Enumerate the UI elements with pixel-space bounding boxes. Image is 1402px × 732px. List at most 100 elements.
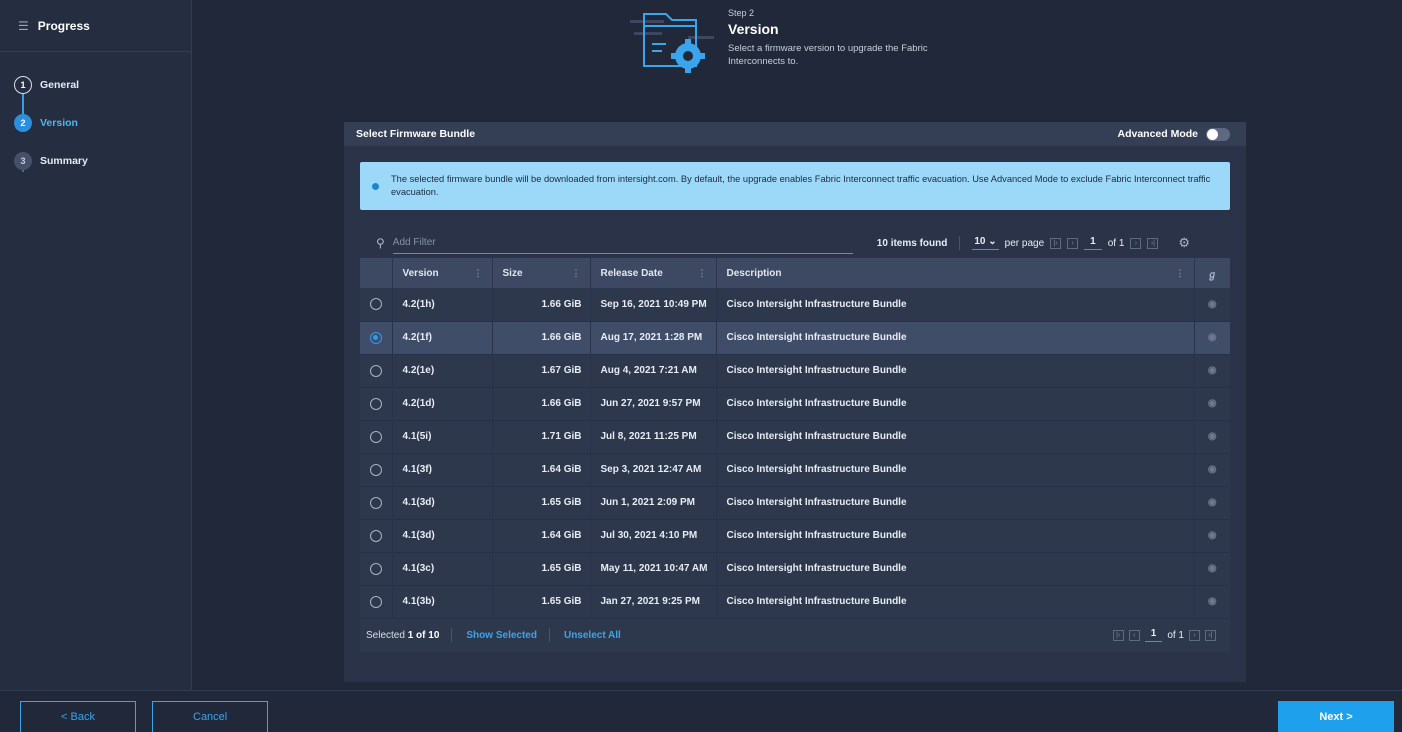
table-row[interactable]: 4.1(3d) 1.65 GiB Jun 1, 2021 2:09 PM Cisco … [360,486,1230,519]
filter-input[interactable]: Add Filter [392,232,853,254]
size-cell: 1.64 GiB [492,519,591,552]
unselect-all-link[interactable]: Unselect All [564,630,621,641]
row-radio[interactable] [370,364,382,377]
description-cell: Cisco Intersight Infrastructure Bundle [716,519,1195,552]
advanced-mode-toggle[interactable] [1206,127,1230,141]
eye-icon[interactable]: ◉ [1194,321,1230,354]
row-radio[interactable] [370,430,382,443]
eye-icon[interactable]: ◉ [1194,288,1230,321]
back-button[interactable]: < Back [20,701,136,732]
table-row[interactable]: 4.1(5i) 1.71 GiB Jul 8, 2021 11:25 PM Cisco… [360,420,1230,453]
table-row[interactable]: 4.2(1d) 1.66 GiB Jun 27, 2021 9:57 PM Cisco… [360,387,1230,420]
size-cell: 1.66 GiB [492,288,591,321]
page-total: of 1 [1167,629,1184,641]
release-date-cell: Jun 1, 2021 2:09 PM [590,486,717,519]
step-header: Step 2 Version Select a firmware version… [728,8,968,68]
table-row[interactable]: 4.1(3c) 1.65 GiB May 11, 2021 10:47 AM Cisc… [360,552,1230,585]
divider [451,628,453,642]
step-label: Version [40,117,78,129]
eye-icon[interactable]: ◉ [1194,552,1230,585]
column-header-release-date[interactable]: Release Date ⋮ [590,258,717,288]
step-number: 3 [14,152,32,170]
page-title: Version [728,21,779,37]
table-row[interactable]: 4.2(1f) 1.66 GiB Aug 17, 2021 1:28 PM Cisco… [360,321,1230,354]
cancel-button[interactable]: Cancel [152,701,268,732]
column-settings-header[interactable]: ℊ [1194,258,1230,288]
pin-icon: ℊ [1207,269,1218,281]
version-cell: 4.1(5i) [392,420,493,453]
table-row[interactable]: 4.1(3f) 1.64 GiB Sep 3, 2021 12:47 AM Cisco… [360,453,1230,486]
eye-icon[interactable]: ◉ [1194,486,1230,519]
page-description: Select a firmware version to upgrade the… [728,43,928,67]
progress-header[interactable]: ☰ Progress [0,0,191,52]
progress-title: Progress [37,18,90,33]
row-radio[interactable] [370,562,382,575]
version-cell: 4.1(3f) [392,453,493,486]
size-cell: 1.66 GiB [492,321,591,354]
release-date-cell: Jul 8, 2021 11:25 PM [590,420,717,453]
row-select-cell [360,354,393,387]
column-header-size[interactable]: Size ⋮ [492,258,591,288]
column-header-description[interactable]: Description ⋮ [716,258,1195,288]
show-selected-link[interactable]: Show Selected [466,630,537,641]
per-page-label: per page [1004,237,1045,249]
row-radio[interactable] [370,331,382,344]
step-number: 1 [14,76,32,94]
step-version[interactable]: 2 Version [0,104,191,142]
first-page-icon[interactable]: |‹ [1050,237,1062,249]
step-list: 1 General 2 Version 3 Summary [0,52,191,180]
row-select-cell [360,585,393,618]
next-button[interactable]: Next > [1278,701,1394,732]
version-cell: 4.2(1e) [392,354,493,387]
table-row[interactable]: 4.2(1h) 1.66 GiB Sep 16, 2021 10:49 PM Cisc… [360,288,1230,321]
table-row[interactable]: 4.1(3b) 1.65 GiB Jan 27, 2021 9:25 PM Cisco… [360,585,1230,618]
column-header-version[interactable]: Version ⋮ [392,258,493,288]
description-cell: Cisco Intersight Infrastructure Bundle [716,585,1195,618]
row-select-cell [360,387,393,420]
size-cell: 1.65 GiB [492,585,591,618]
table-row[interactable]: 4.1(3d) 1.64 GiB Jul 30, 2021 4:10 PM Cisco… [360,519,1230,552]
list-icon: ☰ [18,18,29,33]
last-page-icon[interactable]: ›| [1205,629,1216,641]
step-summary[interactable]: 3 Summary [0,142,191,180]
first-page-icon[interactable]: |‹ [1112,629,1124,641]
row-radio[interactable] [370,529,382,542]
prev-page-icon[interactable]: ‹ [1128,629,1140,641]
eye-icon[interactable]: ◉ [1194,585,1230,618]
last-page-icon[interactable]: ›| [1147,237,1159,249]
select-column-header [360,258,393,288]
row-radio[interactable] [370,496,382,509]
next-page-icon[interactable]: › [1189,629,1200,641]
gear-icon[interactable]: ⚙ [1178,235,1190,251]
version-cell: 4.1(3c) [392,552,493,585]
release-date-cell: Jan 27, 2021 9:25 PM [590,585,717,618]
eye-icon[interactable]: ◉ [1194,354,1230,387]
table-row[interactable]: 4.2(1e) 1.67 GiB Aug 4, 2021 7:21 AM Cisco … [360,354,1230,387]
step-general[interactable]: 1 General [0,66,191,104]
firmware-bundle-panel: Select Firmware Bundle Advanced Mode The… [344,122,1246,682]
release-date-cell: Sep 16, 2021 10:49 PM [590,288,717,321]
firmware-folder-gear-icon [630,13,714,73]
next-page-icon[interactable]: › [1130,237,1142,249]
per-page-select[interactable]: 10 ⌄ [972,236,999,250]
version-cell: 4.1(3d) [392,486,493,519]
row-radio[interactable] [370,595,382,608]
eye-icon[interactable]: ◉ [1194,453,1230,486]
row-select-cell [360,420,393,453]
version-cell: 4.1(3b) [392,585,493,618]
search-icon: ⚲ [376,236,385,250]
eye-icon[interactable]: ◉ [1194,387,1230,420]
row-radio[interactable] [370,463,382,476]
divider [548,628,550,642]
release-date-cell: Jul 30, 2021 4:10 PM [590,519,717,552]
eye-icon[interactable]: ◉ [1194,519,1230,552]
sort-icon: ⋮ [1175,268,1185,278]
page-number-input[interactable]: 1 [1084,236,1102,250]
row-radio[interactable] [370,397,382,410]
eye-icon[interactable]: ◉ [1194,420,1230,453]
description-cell: Cisco Intersight Infrastructure Bundle [716,288,1195,321]
row-radio[interactable] [370,298,382,311]
description-cell: Cisco Intersight Infrastructure Bundle [716,552,1195,585]
prev-page-icon[interactable]: ‹ [1067,237,1079,249]
page-number-input[interactable]: 1 [1144,628,1163,642]
